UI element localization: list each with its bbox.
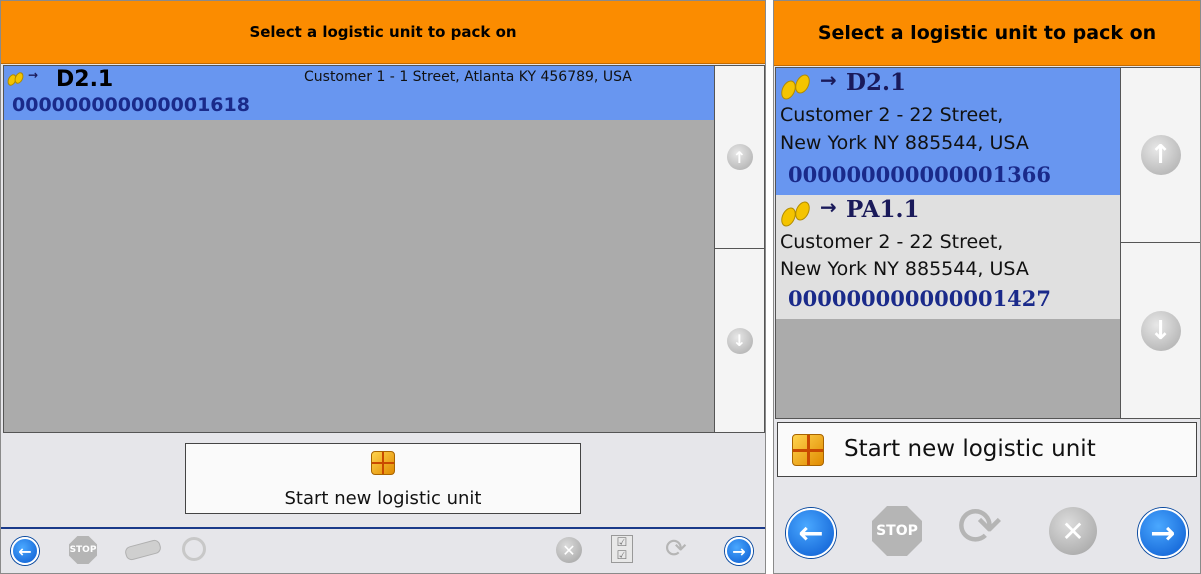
scroll-up-button[interactable]: ↑: [714, 65, 765, 249]
scroll-down-button[interactable]: ↓: [1120, 242, 1200, 419]
cancel-button[interactable]: ✕: [556, 537, 582, 563]
arrow-right-icon: →: [732, 541, 746, 561]
arrow-left-icon: ←: [798, 515, 824, 551]
left-panel: Select a logistic unit to pack on → D2.1…: [0, 0, 766, 574]
eraser-icon[interactable]: [123, 538, 163, 562]
list-item[interactable]: → D2.1 Customer 2 - 22 Street, New York …: [776, 68, 1120, 195]
unit-address-line2: New York NY 885544, USA: [780, 132, 1029, 154]
stopwatch-icon[interactable]: [182, 537, 206, 561]
unit-address: Customer 1 - 1 Street, Atlanta KY 456789…: [304, 69, 632, 85]
stop-label: STOP: [69, 545, 97, 555]
unit-title: D2.1: [56, 67, 114, 92]
stop-label: STOP: [876, 523, 918, 539]
unit-code: 000000000000001618: [12, 94, 250, 116]
arrow-down-icon: ↓: [1140, 310, 1181, 351]
cancel-button[interactable]: ✕: [1049, 507, 1097, 555]
list-item[interactable]: → PA1.1 Customer 2 - 22 Street, New York…: [776, 195, 1120, 319]
arrow-up-icon: ↑: [726, 144, 753, 170]
package-icon: [792, 434, 824, 466]
stop-button[interactable]: STOP: [69, 536, 97, 564]
checklist-icon: ☑ ☑: [616, 535, 628, 562]
footsteps-icon: [778, 199, 814, 229]
bottom-toolbar: ← STOP ✕ ☑ ☑ ⟳ →: [1, 527, 765, 573]
refresh-button[interactable]: ⟳: [957, 497, 1002, 557]
arrow-right-small-icon: →: [820, 68, 837, 92]
refresh-button[interactable]: ⟳: [665, 535, 687, 563]
unit-title: PA1.1: [846, 196, 920, 223]
cancel-icon: ✕: [1061, 514, 1085, 548]
bottom-toolbar: ← STOP ⟳ ✕ →: [774, 483, 1200, 573]
refresh-icon: ⟳: [957, 495, 1003, 558]
logistic-unit-list[interactable]: → D2.1 Customer 2 - 22 Street, New York …: [775, 67, 1121, 419]
stop-button[interactable]: STOP: [872, 506, 922, 556]
back-button[interactable]: ←: [786, 508, 836, 558]
footsteps-icon: [5, 70, 26, 88]
forward-button[interactable]: →: [1138, 508, 1188, 558]
unit-address-line1: Customer 2 - 22 Street,: [780, 231, 1004, 253]
arrow-right-small-icon: →: [820, 195, 837, 219]
right-panel: Select a logistic unit to pack on → D2.1…: [773, 0, 1201, 574]
arrow-down-icon: ↓: [726, 327, 753, 354]
arrow-left-icon: ←: [18, 541, 32, 561]
arrow-right-icon: →: [1150, 515, 1176, 551]
forward-button[interactable]: →: [725, 537, 753, 565]
checklist-button[interactable]: ☑ ☑: [611, 535, 633, 563]
footsteps-icon: [778, 72, 814, 102]
scroll-up-button[interactable]: ↑: [1120, 67, 1200, 243]
start-button-label: Start new logistic unit: [284, 488, 482, 509]
package-icon: [371, 451, 395, 475]
unit-code: 000000000000001427: [788, 286, 1052, 311]
unit-address-line1: Customer 2 - 22 Street,: [780, 104, 1004, 126]
back-button[interactable]: ←: [11, 537, 39, 565]
start-button-label: Start new logistic unit: [844, 436, 1096, 462]
start-new-logistic-unit-button[interactable]: Start new logistic unit: [777, 422, 1197, 477]
unit-address-line2: New York NY 885544, USA: [780, 258, 1029, 280]
unit-code: 000000000000001366: [788, 162, 1052, 187]
arrow-up-icon: ↑: [1140, 135, 1181, 175]
page-title: Select a logistic unit to pack on: [1, 1, 765, 64]
cancel-icon: ✕: [562, 540, 576, 560]
refresh-icon: ⟳: [665, 534, 687, 564]
list-item[interactable]: → D2.1 Customer 1 - 1 Street, Atlanta KY…: [4, 66, 714, 120]
scroll-down-button[interactable]: ↓: [714, 248, 765, 433]
page-title: Select a logistic unit to pack on: [774, 1, 1200, 66]
arrow-right-small-icon: →: [28, 68, 39, 82]
start-new-logistic-unit-button[interactable]: Start new logistic unit: [185, 443, 581, 514]
unit-title: D2.1: [846, 69, 906, 96]
logistic-unit-list[interactable]: → D2.1 Customer 1 - 1 Street, Atlanta KY…: [3, 65, 715, 433]
